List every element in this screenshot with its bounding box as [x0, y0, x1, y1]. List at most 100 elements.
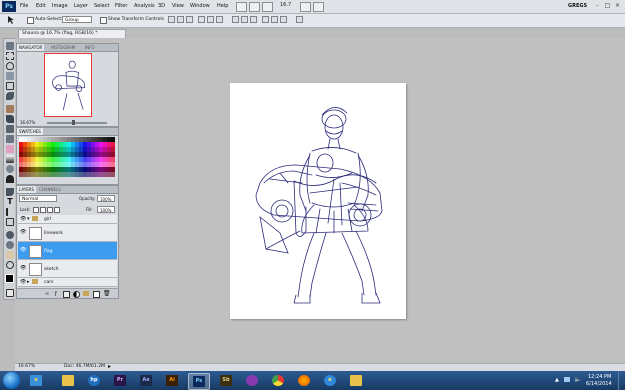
start-button[interactable]	[3, 372, 20, 389]
swatch-color[interactable]	[71, 172, 75, 177]
swatch-color[interactable]	[71, 142, 75, 147]
swatch-color[interactable]	[71, 167, 75, 172]
swatch-color[interactable]	[99, 142, 103, 147]
swatch-color[interactable]	[87, 172, 91, 177]
swatch-color[interactable]	[63, 147, 67, 152]
swatch-color[interactable]	[27, 162, 31, 167]
swatch-color[interactable]	[43, 142, 47, 147]
swatch-color[interactable]	[59, 167, 63, 172]
new-layer-icon[interactable]	[93, 291, 100, 298]
network-icon[interactable]	[564, 377, 570, 382]
eyedropper-tool-icon[interactable]	[6, 92, 14, 100]
swatch-color[interactable]	[39, 142, 43, 147]
opacity-input[interactable]: 100%	[97, 195, 115, 202]
photoshop-logo[interactable]: Ps	[2, 1, 16, 12]
swatch-color[interactable]	[87, 167, 91, 172]
swatch-color[interactable]	[59, 162, 63, 167]
swatch-color[interactable]	[67, 137, 71, 142]
artboard[interactable]	[230, 83, 406, 319]
swatch-color[interactable]	[23, 157, 27, 162]
swatch-color[interactable]	[51, 157, 55, 162]
swatch-color[interactable]	[67, 152, 71, 157]
3d-orbit-tool-icon[interactable]	[6, 241, 14, 249]
lock-all-icon[interactable]	[54, 207, 60, 213]
swatch-color[interactable]	[59, 137, 63, 142]
menu-view[interactable]: View	[172, 3, 184, 9]
mini-bridge-icon[interactable]	[249, 2, 260, 12]
layer-linework[interactable]: 👁 linework	[18, 224, 117, 242]
align-right-icon[interactable]	[216, 16, 223, 23]
swatch-color[interactable]	[19, 157, 23, 162]
swatch-color[interactable]	[95, 167, 99, 172]
swatch-color[interactable]	[67, 172, 71, 177]
swatch-color[interactable]	[75, 167, 79, 172]
visibility-eye-icon[interactable]: 👁	[20, 248, 26, 253]
3d-rotate-tool-icon[interactable]	[6, 231, 14, 239]
swatch-color[interactable]	[51, 162, 55, 167]
swatch-color[interactable]	[47, 162, 51, 167]
swatch-color[interactable]	[55, 147, 59, 152]
menu-filter[interactable]: Filter	[115, 3, 127, 9]
swatch-color[interactable]	[47, 157, 51, 162]
swatch-color[interactable]	[103, 162, 107, 167]
menu-image[interactable]: Image	[52, 3, 68, 9]
swatch-color[interactable]	[35, 162, 39, 167]
chevron-right-icon[interactable]: ▸	[27, 279, 30, 285]
swatch-color[interactable]	[79, 162, 83, 167]
swatch-grid[interactable]	[19, 137, 116, 181]
swatch-color[interactable]	[55, 162, 59, 167]
blur-tool-icon[interactable]	[6, 165, 14, 173]
dodge-tool-icon[interactable]	[6, 175, 14, 183]
document-tab[interactable]: Shauna @ 16.7% (flag, RGB/16) *	[18, 29, 126, 38]
swatch-color[interactable]	[47, 172, 51, 177]
quick-select-tool-icon[interactable]	[6, 72, 14, 80]
swatch-color[interactable]	[35, 167, 39, 172]
visibility-eye-icon[interactable]: 👁	[20, 217, 26, 222]
menu-3d[interactable]: 3D	[158, 3, 165, 9]
swatch-color[interactable]	[27, 147, 31, 152]
navigator-zoom-slider[interactable]	[47, 122, 107, 124]
move-tool-icon[interactable]	[6, 42, 14, 50]
swatch-color[interactable]	[51, 167, 55, 172]
swatch-color[interactable]	[107, 147, 111, 152]
swatch-color[interactable]	[55, 137, 59, 142]
swatch-color[interactable]	[19, 147, 23, 152]
swatch-color[interactable]	[71, 157, 75, 162]
swatch-color[interactable]	[31, 147, 35, 152]
swatch-color[interactable]	[55, 172, 59, 177]
swatch-color[interactable]	[63, 137, 67, 142]
swatch-color[interactable]	[111, 162, 115, 167]
clone-stamp-tool-icon[interactable]	[6, 125, 14, 133]
move-tool-preset-icon[interactable]	[6, 16, 18, 24]
swatch-color[interactable]	[91, 172, 95, 177]
taskbar-hp[interactable]: hp	[84, 373, 104, 388]
swatch-color[interactable]	[43, 172, 47, 177]
swatch-color[interactable]	[87, 147, 91, 152]
swatch-color[interactable]	[103, 152, 107, 157]
swatch-color[interactable]	[27, 137, 31, 142]
swatch-color[interactable]	[83, 172, 87, 177]
distribute-left-icon[interactable]	[262, 16, 269, 23]
swatch-color[interactable]	[111, 167, 115, 172]
swatch-color[interactable]	[79, 172, 83, 177]
swatch-color[interactable]	[63, 157, 67, 162]
tab-layers[interactable]: LAYERS	[17, 186, 37, 193]
swatch-color[interactable]	[23, 147, 27, 152]
lock-position-icon[interactable]	[47, 207, 53, 213]
tab-histogram[interactable]: HISTOGRAM	[49, 44, 77, 51]
auto-align-icon[interactable]	[296, 16, 303, 23]
swatch-color[interactable]	[103, 167, 107, 172]
clock-date[interactable]: 6/14/2014	[586, 381, 612, 387]
swatch-color[interactable]	[59, 172, 63, 177]
type-tool-icon[interactable]: T	[6, 198, 14, 206]
swatch-color[interactable]	[87, 157, 91, 162]
taskbar-aftereffects[interactable]: Ae	[136, 373, 156, 388]
taskbar-explorer[interactable]	[58, 373, 78, 388]
auto-select-checkbox[interactable]	[27, 17, 34, 24]
crop-tool-icon[interactable]	[6, 82, 14, 90]
swatch-color[interactable]	[83, 162, 87, 167]
swatch-color[interactable]	[39, 172, 43, 177]
swatch-color[interactable]	[107, 172, 111, 177]
swatch-color[interactable]	[99, 152, 103, 157]
lock-pixels-icon[interactable]	[40, 207, 46, 213]
